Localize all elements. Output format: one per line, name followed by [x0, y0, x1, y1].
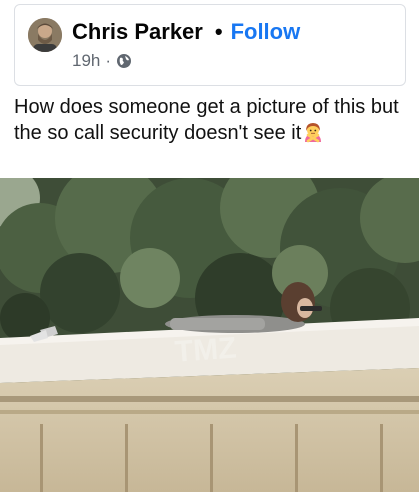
post-footer-strip	[0, 492, 419, 500]
post-text: How does someone get a picture of this b…	[14, 94, 406, 146]
author-name[interactable]: Chris Parker	[72, 19, 203, 45]
globe-icon[interactable]	[116, 53, 132, 69]
post-body: How does someone get a picture of this b…	[14, 96, 399, 144]
post-photo[interactable]: TMZ	[0, 178, 419, 492]
name-separator: •	[214, 19, 223, 44]
follow-button[interactable]: Follow	[231, 19, 301, 45]
post-timestamp[interactable]: 19h	[72, 51, 100, 71]
woman-gesturing-no-emoji-icon	[302, 121, 324, 143]
watermark-text: TMZ	[174, 331, 238, 368]
post-meta: 19h ·	[72, 50, 132, 72]
meta-separator: ·	[105, 51, 112, 70]
avatar[interactable]	[28, 18, 62, 52]
author-line: Chris Parker • Follow	[72, 17, 300, 47]
